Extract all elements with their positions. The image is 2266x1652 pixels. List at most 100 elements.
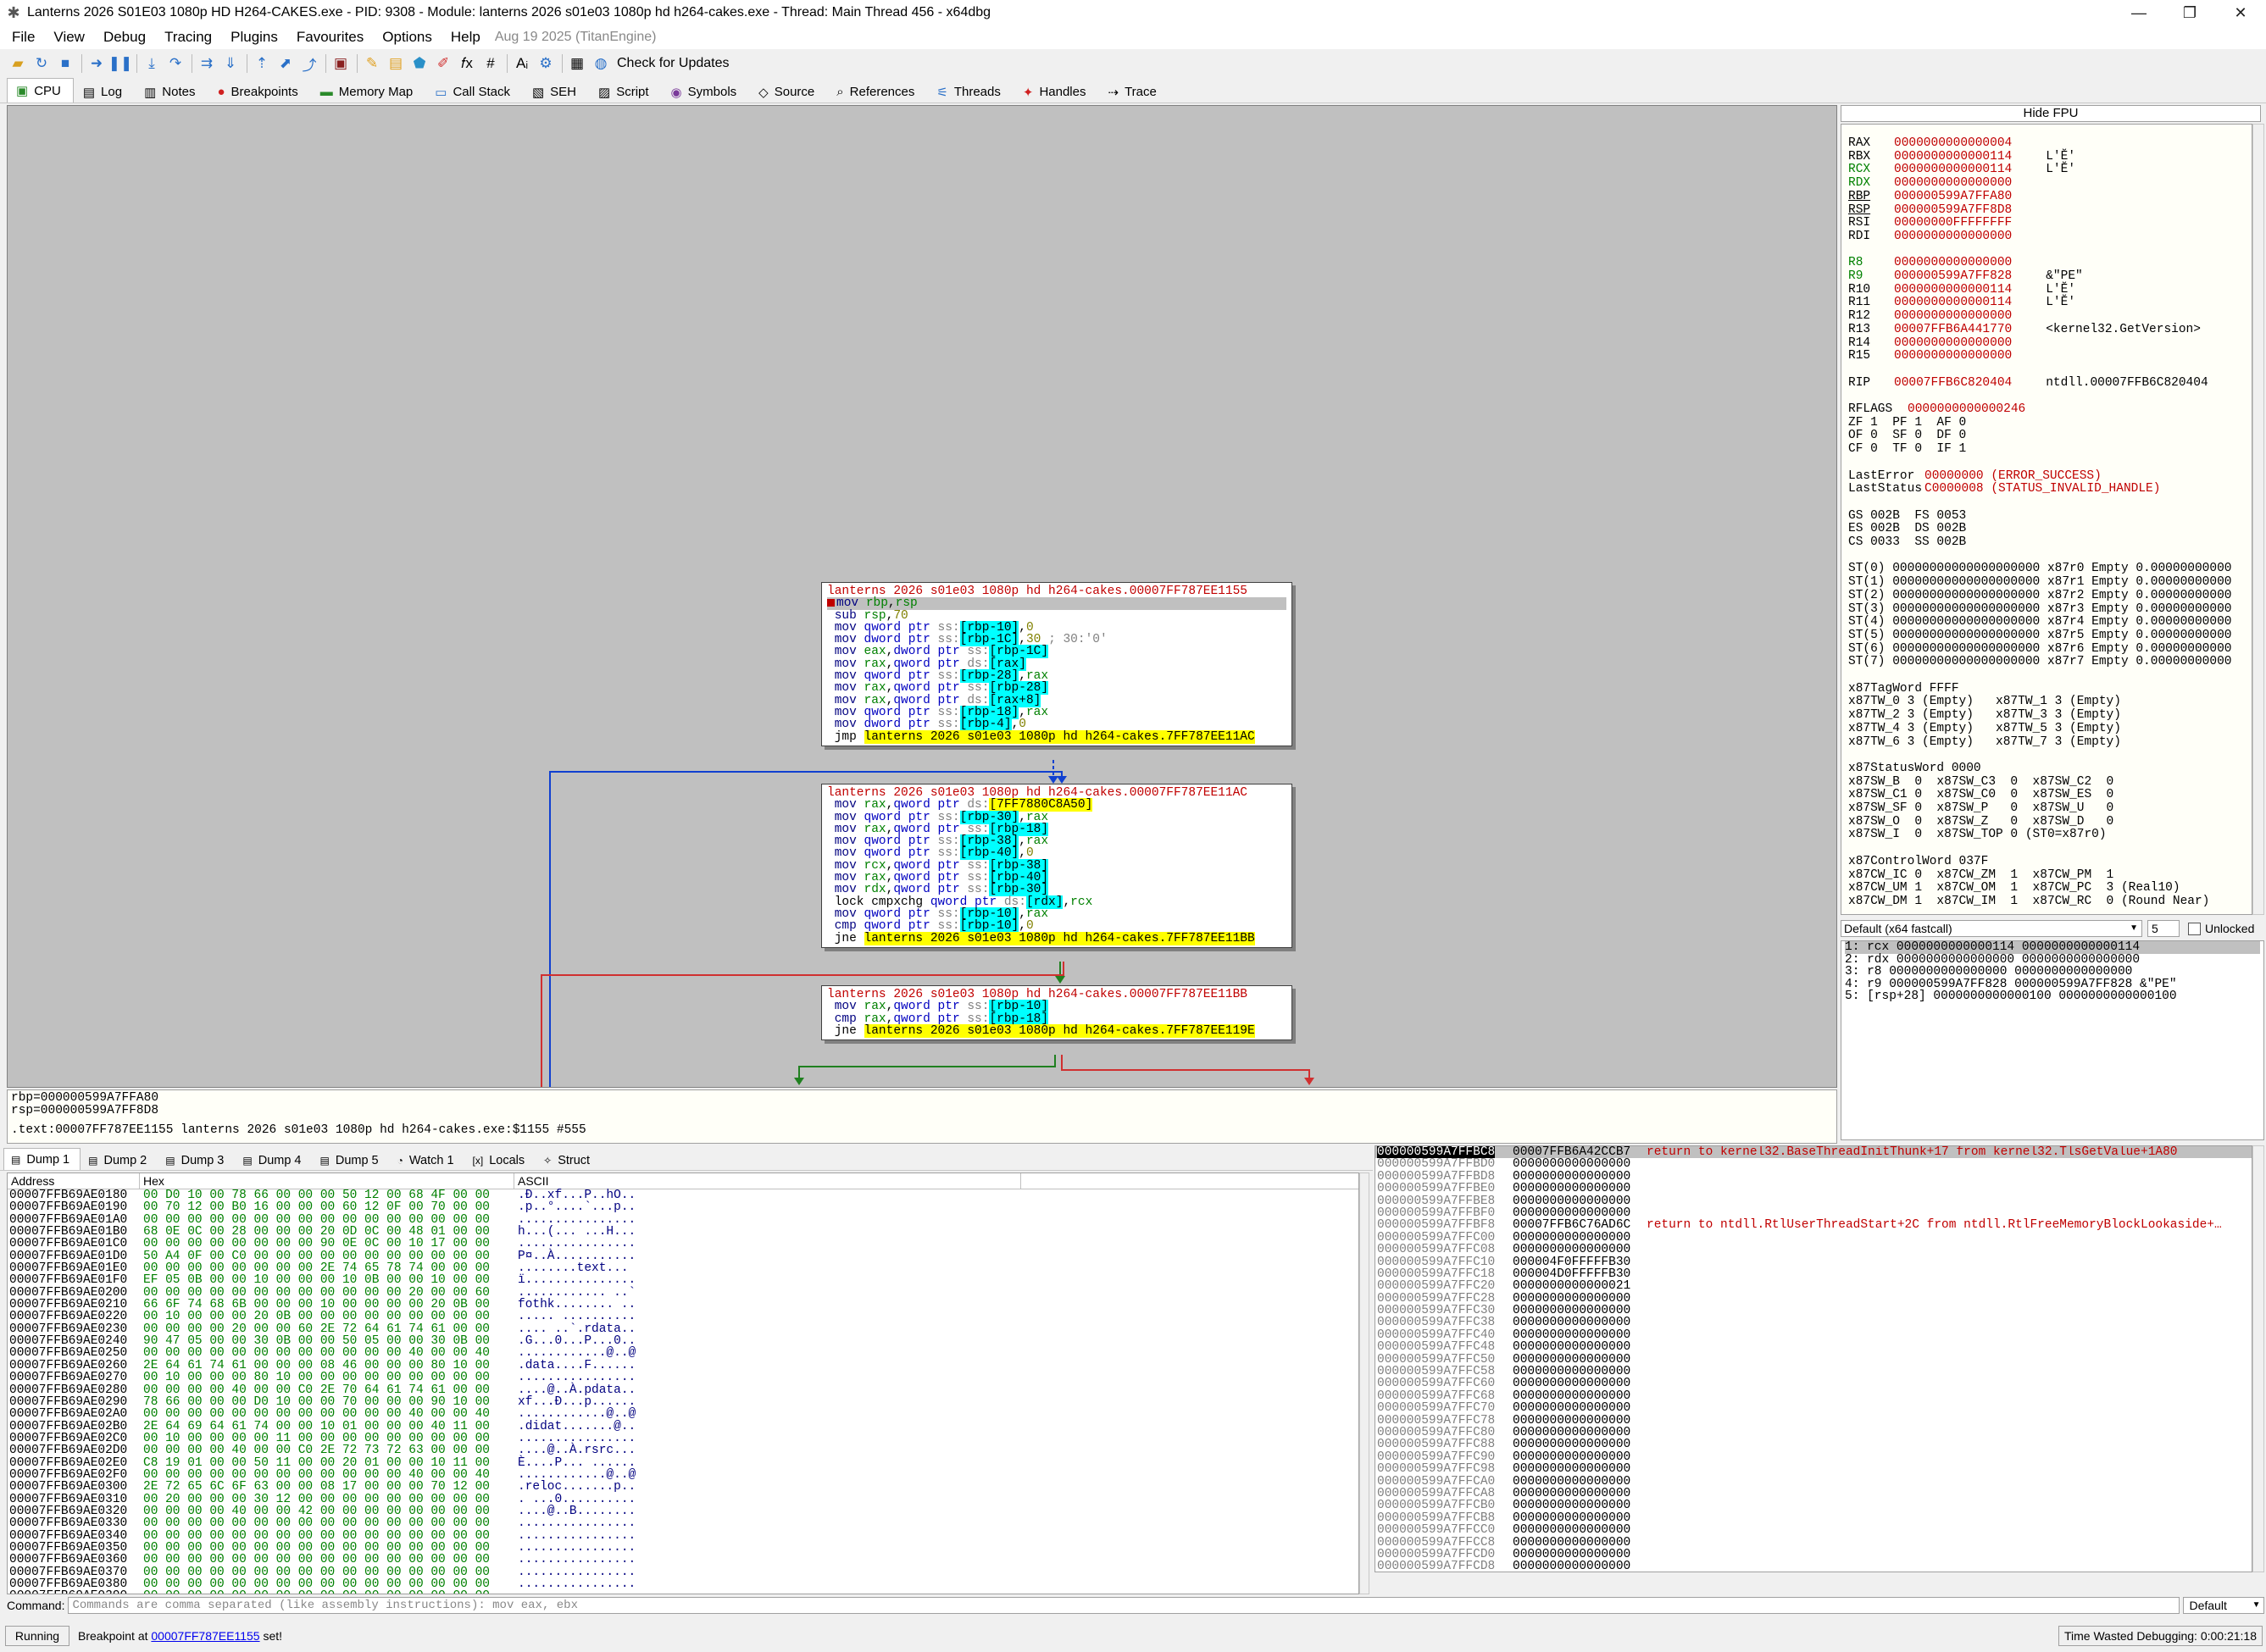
stack-row[interactable]: 000000599A7FFBE8 0000000000000000 xyxy=(1375,1195,2252,1207)
registers-scrollbar[interactable] xyxy=(2252,124,2264,915)
basic-block[interactable]: lanterns 2026 s01e03 1080p hd h264-cakes… xyxy=(821,985,1292,1041)
dump-ascii[interactable]: ....@..B........ xyxy=(518,1505,636,1518)
dump-ascii[interactable]: ................ xyxy=(518,1372,636,1384)
stack-value[interactable]: 0000000000000000 xyxy=(1513,1500,1630,1512)
stack-value[interactable]: 0000000000000000 xyxy=(1513,1231,1630,1244)
dump-hex[interactable]: 00 00 00 00 00 00 00 00 90 0E 0C 00 10 1… xyxy=(143,1238,490,1250)
stack-value[interactable]: 0000000000000000 xyxy=(1513,1524,1630,1537)
stack-row[interactable]: 000000599A7FFC68 0000000000000000 xyxy=(1375,1389,2252,1402)
x87-tagword-row[interactable]: x87TW_6 3 (Empty) x87TW_7 3 (Empty) xyxy=(1848,735,2121,749)
dump-row[interactable]: 00007FFB69AE0260 2E 64 61 74 61 00 00 00 … xyxy=(8,1359,1358,1372)
dump-row[interactable]: 00007FFB69AE0380 00 00 00 00 00 00 00 00 … xyxy=(8,1578,1358,1591)
stack-value[interactable]: 0000000000000000 xyxy=(1513,1414,1630,1427)
trace-over-icon[interactable]: ⇓ xyxy=(221,54,240,73)
fpu-row[interactable]: ST(5) 00000000000000000000 x87r5 Empty 0… xyxy=(1848,629,2231,642)
dump-address[interactable]: 00007FFB69AE0390 xyxy=(9,1590,127,1594)
instruction-line[interactable]: mov dword ptr ss:[rbp-4],0 xyxy=(827,718,1286,732)
dump-hex[interactable]: 00 10 00 00 00 80 10 00 00 00 00 00 00 0… xyxy=(143,1372,490,1384)
flags-row[interactable]: OF 0 SF 0 DF 0 xyxy=(1848,429,1966,442)
dump-hex[interactable]: 00 00 00 00 00 00 00 00 00 00 00 00 40 0… xyxy=(143,1468,490,1481)
menu-options[interactable]: Options xyxy=(373,29,442,46)
stack-value[interactable]: 000004F0FFFFFB30 xyxy=(1513,1256,1630,1268)
dump-ascii[interactable]: .... ..`.rdata.. xyxy=(518,1322,636,1335)
stack-value[interactable]: 0000000000000000 xyxy=(1513,1244,1630,1256)
dump-hex[interactable]: 00 00 00 00 00 00 00 00 2E 74 65 78 74 0… xyxy=(143,1262,490,1275)
dump-hex[interactable]: 00 D0 10 00 78 66 00 00 00 50 12 00 68 4… xyxy=(143,1189,490,1202)
register-r10[interactable]: R10 0000000000000114 L'Ĕ' xyxy=(1848,283,2075,297)
cog-icon[interactable]: ⚙ xyxy=(536,54,555,73)
dump-ascii[interactable]: h...(... ...H... xyxy=(518,1226,636,1239)
stack-row[interactable]: 000000599A7FFC18 000004D0FFFFFB30 xyxy=(1375,1267,2252,1280)
dump-ascii[interactable]: . ...0.......... xyxy=(518,1493,636,1505)
dump-address[interactable]: 00007FFB69AE0220 xyxy=(9,1311,127,1323)
dump-ascii[interactable]: ................ xyxy=(518,1213,636,1226)
stack-address[interactable]: 000000599A7FFCC8 xyxy=(1377,1536,1495,1549)
dump-address[interactable]: 00007FFB69AE0190 xyxy=(9,1201,127,1214)
bookmark-icon[interactable]: ✐ xyxy=(434,54,453,73)
stack-value[interactable]: 0000000000000000 xyxy=(1513,1487,1630,1500)
register-value[interactable]: 00000000FFFFFFFF xyxy=(1894,216,2012,230)
stack-row[interactable]: 000000599A7FFC28 0000000000000000 xyxy=(1375,1292,2252,1305)
stack-value[interactable]: 0000000000000000 xyxy=(1513,1463,1630,1476)
tab-dump-3[interactable]: ▤ Dump 3 xyxy=(158,1150,235,1170)
stack-row[interactable]: 000000599A7FFC48 0000000000000000 xyxy=(1375,1341,2252,1354)
dump-ascii[interactable]: .data....F...... xyxy=(518,1359,636,1372)
fpu-row[interactable]: ST(2) 00000000000000000000 x87r2 Empty 0… xyxy=(1848,589,2231,602)
menu-favourites[interactable]: Favourites xyxy=(287,29,373,46)
menu-view[interactable]: View xyxy=(44,29,94,46)
dump-hex[interactable]: 00 00 00 00 00 00 00 00 00 00 00 00 40 0… xyxy=(143,1347,490,1360)
dump-address[interactable]: 00007FFB69AE0270 xyxy=(9,1372,127,1384)
dump-row[interactable]: 00007FFB69AE0290 78 66 00 00 00 D0 10 00 … xyxy=(8,1395,1358,1408)
dump-address[interactable]: 00007FFB69AE0330 xyxy=(9,1517,127,1530)
dump-row[interactable]: 00007FFB69AE02C0 00 10 00 00 00 00 11 00 … xyxy=(8,1432,1358,1444)
stack-value[interactable]: 000004D0FFFFFB30 xyxy=(1513,1267,1630,1280)
dump-row[interactable]: 00007FFB69AE01D0 50 A4 0F 00 C0 00 00 00 … xyxy=(8,1250,1358,1262)
instruction-line[interactable]: jne lanterns 2026 s01e03 1080p hd h264-c… xyxy=(827,931,1286,945)
register-r12[interactable]: R12 0000000000000000 xyxy=(1848,309,2046,323)
stack-row[interactable]: 000000599A7FFC08 0000000000000000 xyxy=(1375,1244,2252,1256)
dump-hex[interactable]: 00 10 00 00 00 20 0B 00 00 00 00 00 00 0… xyxy=(143,1311,490,1323)
register-value[interactable]: 0000000000000114 xyxy=(1894,283,2012,297)
stack-row[interactable]: 000000599A7FFC50 0000000000000000 xyxy=(1375,1353,2252,1366)
hash-icon[interactable]: # xyxy=(481,54,500,73)
stack-value[interactable]: 0000000000000021 xyxy=(1513,1280,1630,1293)
stack-row[interactable]: 000000599A7FFC88 0000000000000000 xyxy=(1375,1439,2252,1451)
dump-address[interactable]: 00007FFB69AE02E0 xyxy=(9,1456,127,1469)
stack-address[interactable]: 000000599A7FFC48 xyxy=(1377,1341,1495,1354)
stack-horizontal-scrollbar[interactable] xyxy=(1375,1572,2252,1584)
dump-ascii[interactable]: fothk........ .. xyxy=(518,1299,636,1311)
dump-address[interactable]: 00007FFB69AE0250 xyxy=(9,1347,127,1360)
dump-row[interactable]: 00007FFB69AE0200 00 00 00 00 00 00 00 00 … xyxy=(8,1286,1358,1299)
stack-address[interactable]: 000000599A7FFBE0 xyxy=(1377,1183,1495,1195)
stack-row[interactable]: 000000599A7FFCB8 0000000000000000 xyxy=(1375,1511,2252,1524)
stack-value[interactable]: 0000000000000000 xyxy=(1513,1292,1630,1305)
register-rdx[interactable]: RDX 0000000000000000 xyxy=(1848,176,2046,190)
dump-ascii[interactable]: ................ xyxy=(518,1578,636,1591)
register-rdi[interactable]: RDI 0000000000000000 xyxy=(1848,230,2046,243)
dump-address[interactable]: 00007FFB69AE02A0 xyxy=(9,1408,127,1421)
trace-record-icon[interactable]: ⤴ xyxy=(300,54,319,74)
stack-value[interactable]: 0000000000000000 xyxy=(1513,1366,1630,1378)
dump-address[interactable]: 00007FFB69AE0350 xyxy=(9,1542,127,1555)
stack-value[interactable]: 0000000000000000 xyxy=(1513,1389,1630,1402)
function-icon[interactable]: 𝑓x xyxy=(458,54,476,73)
dump-row[interactable]: 00007FFB69AE0300 2E 72 65 6C 6F 63 00 00 … xyxy=(8,1481,1358,1494)
instruction-line[interactable]: mov rdx,qword ptr ss:[rbp-30] xyxy=(827,883,1286,897)
register-value[interactable]: 0000000000000004 xyxy=(1894,136,2012,150)
dump-hex[interactable]: 00 00 00 00 40 00 00 42 00 00 00 00 00 0… xyxy=(143,1505,490,1518)
x87-controlword-row[interactable]: x87ControlWord 037F xyxy=(1848,855,1988,868)
dump-row[interactable]: 00007FFB69AE0190 00 70 12 00 B0 16 00 00 … xyxy=(8,1201,1358,1214)
stack-address[interactable]: 000000599A7FFC40 xyxy=(1377,1328,1495,1341)
restart-icon[interactable]: ↻ xyxy=(32,54,51,73)
register-value[interactable]: 0000000000000114 xyxy=(1894,296,2012,309)
dump-row[interactable]: 00007FFB69AE0210 66 6F 74 68 6B 00 00 00 … xyxy=(8,1299,1358,1311)
instruction-line[interactable]: mov qword ptr ss:[rbp-10],rax xyxy=(827,906,1286,921)
dump-address[interactable]: 00007FFB69AE0380 xyxy=(9,1578,127,1591)
instruction-line[interactable]: mov rax,qword ptr ds:[7FF7880C8A50] xyxy=(827,798,1286,812)
stack-address[interactable]: 000000599A7FFC20 xyxy=(1377,1280,1495,1293)
flags-row[interactable]: CF 0 TF 0 IF 1 xyxy=(1848,442,1966,456)
dump-address[interactable]: 00007FFB69AE0370 xyxy=(9,1566,127,1578)
instruction-line[interactable]: lock cmpxchg qword ptr ds:[rdx],rcx xyxy=(827,895,1286,909)
tab-source[interactable]: ◇ Source xyxy=(749,80,827,103)
dump-address[interactable]: 00007FFB69AE0290 xyxy=(9,1395,127,1408)
